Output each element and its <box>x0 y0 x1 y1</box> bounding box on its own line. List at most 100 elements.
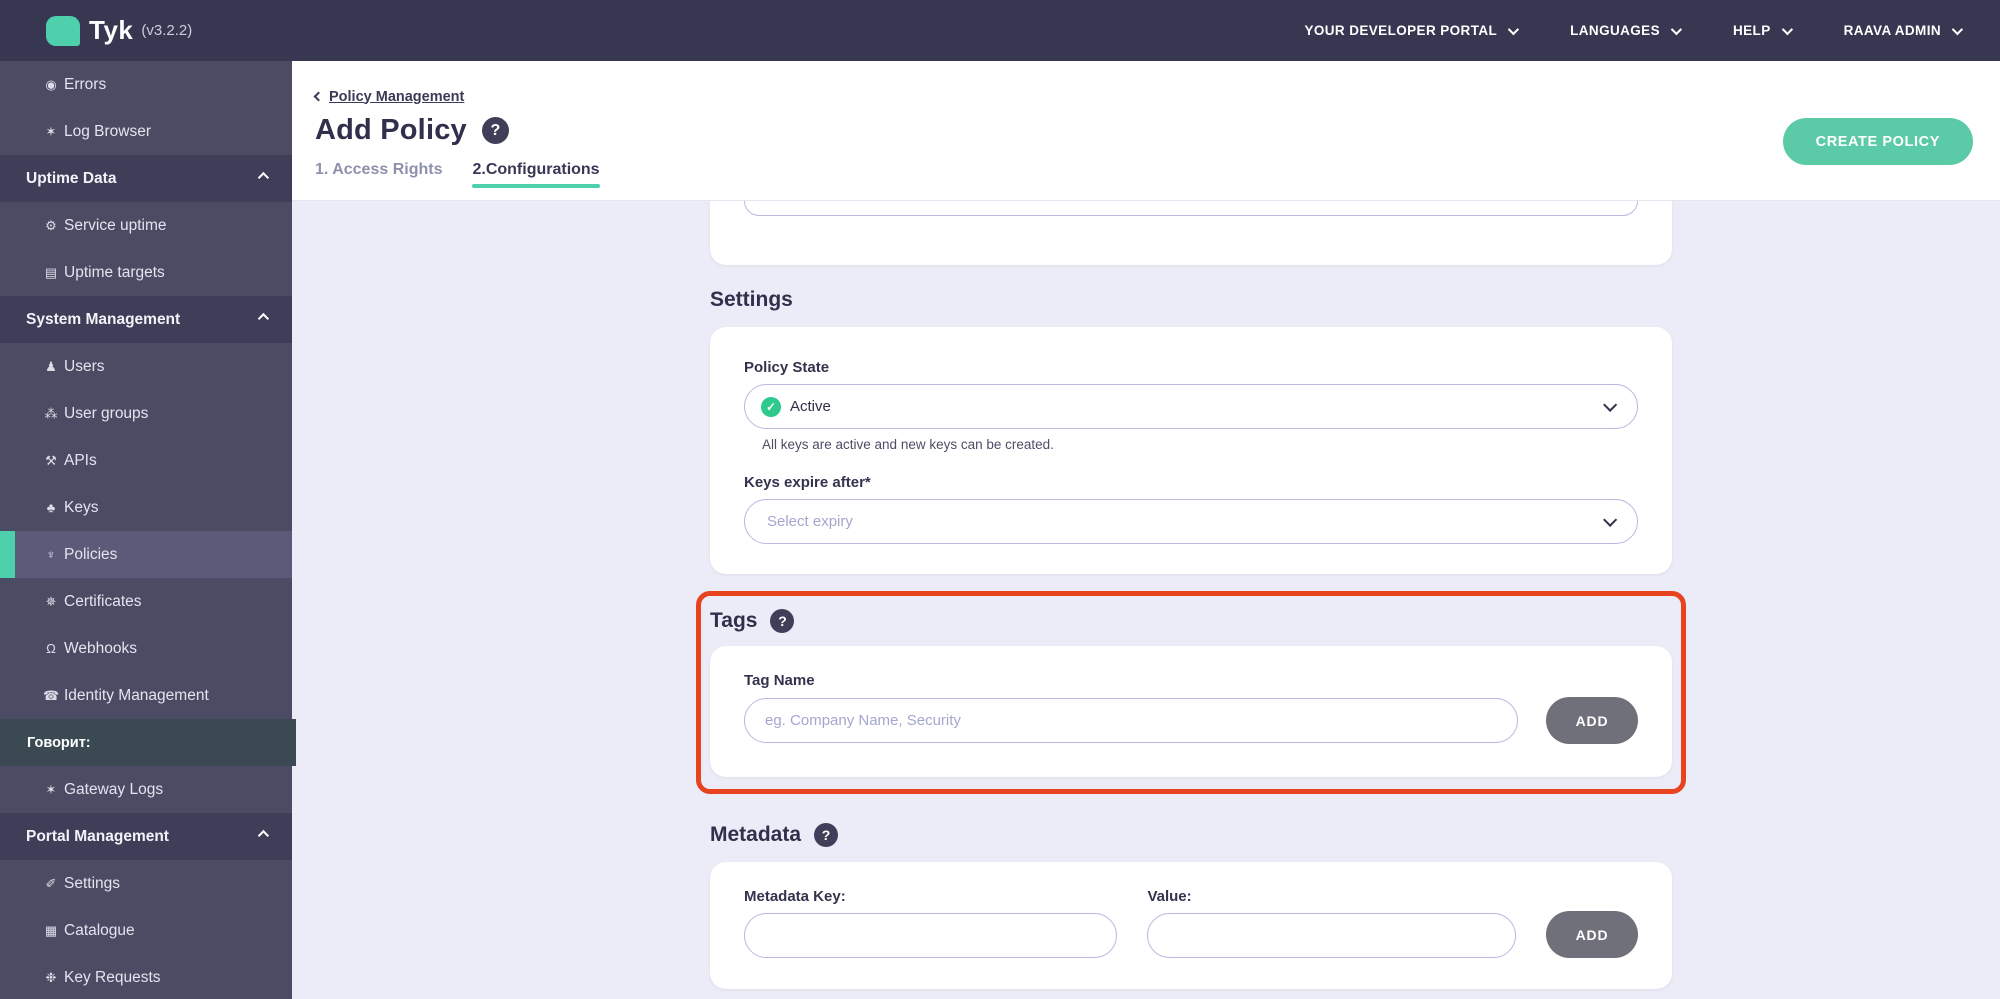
tyk-logo-icon <box>46 15 80 46</box>
sidebar-item-label: Users <box>64 357 105 375</box>
chevron-up-icon <box>257 829 270 841</box>
menu-label: LANGUAGES <box>1570 23 1660 38</box>
scrolled-card-partial <box>710 201 1672 265</box>
tags-section-heading: Tags ? <box>710 606 1672 636</box>
bug-icon: ✶ <box>45 781 57 797</box>
help-icon[interactable]: ? <box>481 117 509 144</box>
chevron-up-icon <box>257 312 270 324</box>
tab-configurations[interactable]: 2.Configurations <box>472 161 600 188</box>
bug-icon: ✶ <box>45 123 57 139</box>
tags-heading-label: Tags <box>710 609 758 632</box>
sidebar-item-label: Keys <box>64 498 99 516</box>
chevron-down-icon <box>1603 512 1618 527</box>
sidebar-section-label: System Management <box>26 310 181 328</box>
sidebar-item-label: Identity Management <box>64 686 209 704</box>
page-title: Add Policy <box>315 114 467 146</box>
keys-expire-select[interactable]: Select expiry <box>744 499 1638 544</box>
sidebar-item-webhooks[interactable]: Ω Webhooks <box>0 625 292 672</box>
add-metadata-button[interactable]: ADD <box>1546 911 1638 958</box>
sidebar-item-label: Errors <box>64 75 107 93</box>
main-area: Policy Management Add Policy ? 1. Access… <box>292 61 2000 999</box>
sidebar-section-system-management[interactable]: System Management <box>0 296 292 343</box>
chevron-up-icon <box>257 171 270 183</box>
add-tag-button[interactable]: ADD <box>1546 697 1638 744</box>
menu-help[interactable]: HELP <box>1733 23 1793 38</box>
sidebar-item-user-groups[interactable]: ⁂ User groups <box>0 390 292 437</box>
tab-access-rights[interactable]: 1. Access Rights <box>315 161 442 188</box>
create-policy-button[interactable]: CREATE POLICY <box>1782 118 1973 165</box>
catalogue-icon: ▦ <box>44 922 58 938</box>
gears-icon: ⚒ <box>45 452 57 468</box>
sidebar-item-settings[interactable]: ✐ Settings <box>0 860 292 907</box>
sidebar-item-certificates[interactable]: ✵ Certificates <box>0 578 292 625</box>
sidebar-item-gateway-logs[interactable]: ✶ Gateway Logs <box>0 766 292 813</box>
sidebar-item-label: Key Requests <box>64 968 161 986</box>
metadata-key-input[interactable] <box>744 913 1118 958</box>
sidebar-item-key-requests[interactable]: ❉ Key Requests <box>0 954 292 999</box>
sidebar-item-label: Gateway Logs <box>64 780 164 798</box>
speech-tooltip-text: Говорит: <box>27 734 91 751</box>
settings-heading-label: Settings <box>710 288 793 311</box>
sidebar-item-keys[interactable]: ♣ Keys <box>0 484 292 531</box>
metadata-key-label: Metadata Key: <box>744 888 846 905</box>
topbar: Tyk (v3.2.2) YOUR DEVELOPER PORTAL LANGU… <box>0 0 2000 61</box>
chevron-left-icon <box>313 91 324 102</box>
sidebar-item-label: Settings <box>64 874 121 892</box>
sidebar-item-label: Uptime targets <box>64 263 165 281</box>
sidebar-item-identity-management[interactable]: ☎ Identity Management <box>0 672 292 719</box>
settings-section-heading: Settings <box>710 285 1672 315</box>
breadcrumb-label: Policy Management <box>329 88 465 105</box>
product-name: Tyk <box>89 15 134 45</box>
form-content: Settings Policy State ✓ Active All keys … <box>696 201 1686 989</box>
sidebar-item-label: APIs <box>64 451 97 469</box>
tyk-logo: Tyk (v3.2.2) <box>46 15 192 46</box>
topbar-menus: YOUR DEVELOPER PORTAL LANGUAGES HELP RAA… <box>1304 23 1964 38</box>
menu-developer-portal[interactable]: YOUR DEVELOPER PORTAL <box>1304 23 1520 38</box>
menu-label: YOUR DEVELOPER PORTAL <box>1304 23 1498 38</box>
chevron-down-icon <box>1603 397 1618 412</box>
chevron-down-icon <box>1781 23 1793 35</box>
tag-name-label: Tag Name <box>744 672 815 689</box>
breadcrumb[interactable]: Policy Management <box>313 88 465 105</box>
chevron-down-icon <box>1951 23 1964 35</box>
sidebar: ◉ Errors ✶ Log Browser Uptime Data ⚙ Ser… <box>0 61 296 999</box>
sidebar-item-users[interactable]: ♟ Users <box>0 343 292 390</box>
speech-tooltip-overlay: Говорит: <box>0 719 296 766</box>
plug-icon: ♆ <box>46 547 56 562</box>
policy-state-helper: All keys are active and new keys can be … <box>762 437 1054 452</box>
sidebar-section-label: Uptime Data <box>26 169 117 187</box>
keys-expire-label: Keys expire after* <box>744 474 871 491</box>
chevron-down-icon <box>1670 23 1683 35</box>
tag-name-input[interactable] <box>744 698 1518 743</box>
sidebar-item-label: Webhooks <box>64 639 137 657</box>
tags-help-icon[interactable]: ? <box>770 609 795 633</box>
menu-languages[interactable]: LANGUAGES <box>1570 23 1683 38</box>
version-label: (v3.2.2) <box>141 22 193 39</box>
sidebar-section-portal-management[interactable]: Portal Management <box>0 813 292 860</box>
metadata-heading-label: Metadata <box>710 823 802 846</box>
gauge-icon: ⚙ <box>45 217 57 233</box>
certificate-icon: ✵ <box>45 593 57 609</box>
sidebar-item-errors[interactable]: ◉ Errors <box>0 61 292 108</box>
partial-input-field[interactable] <box>744 201 1638 216</box>
active-check-icon: ✓ <box>761 396 781 417</box>
sidebar-item-catalogue[interactable]: ▦ Catalogue <box>0 907 292 954</box>
tags-highlight-annotation: Tags ? Tag Name ADD <box>696 591 1686 794</box>
bell-icon: Ω <box>46 641 56 656</box>
page-header: Policy Management Add Policy ? 1. Access… <box>292 61 2000 201</box>
settings-card: Policy State ✓ Active All keys are activ… <box>710 327 1672 574</box>
menu-label: HELP <box>1733 23 1771 38</box>
tab-bar: 1. Access Rights 2.Configurations <box>315 161 2000 188</box>
user-group-icon: ⁂ <box>44 405 58 421</box>
sidebar-section-uptime-data[interactable]: Uptime Data <box>0 155 292 202</box>
menu-user-account[interactable]: RAAVA ADMIN <box>1844 23 1964 38</box>
sidebar-item-policies[interactable]: ♆ Policies <box>0 531 292 578</box>
list-icon: ▤ <box>44 264 58 280</box>
metadata-help-icon[interactable]: ? <box>814 823 839 847</box>
policy-state-select[interactable]: ✓ Active <box>744 384 1638 429</box>
sidebar-item-uptime-targets[interactable]: ▤ Uptime targets <box>0 249 292 296</box>
sidebar-item-service-uptime[interactable]: ⚙ Service uptime <box>0 202 292 249</box>
metadata-value-input[interactable] <box>1147 913 1516 958</box>
sidebar-item-apis[interactable]: ⚒ APIs <box>0 437 292 484</box>
sidebar-item-log-browser[interactable]: ✶ Log Browser <box>0 108 292 155</box>
